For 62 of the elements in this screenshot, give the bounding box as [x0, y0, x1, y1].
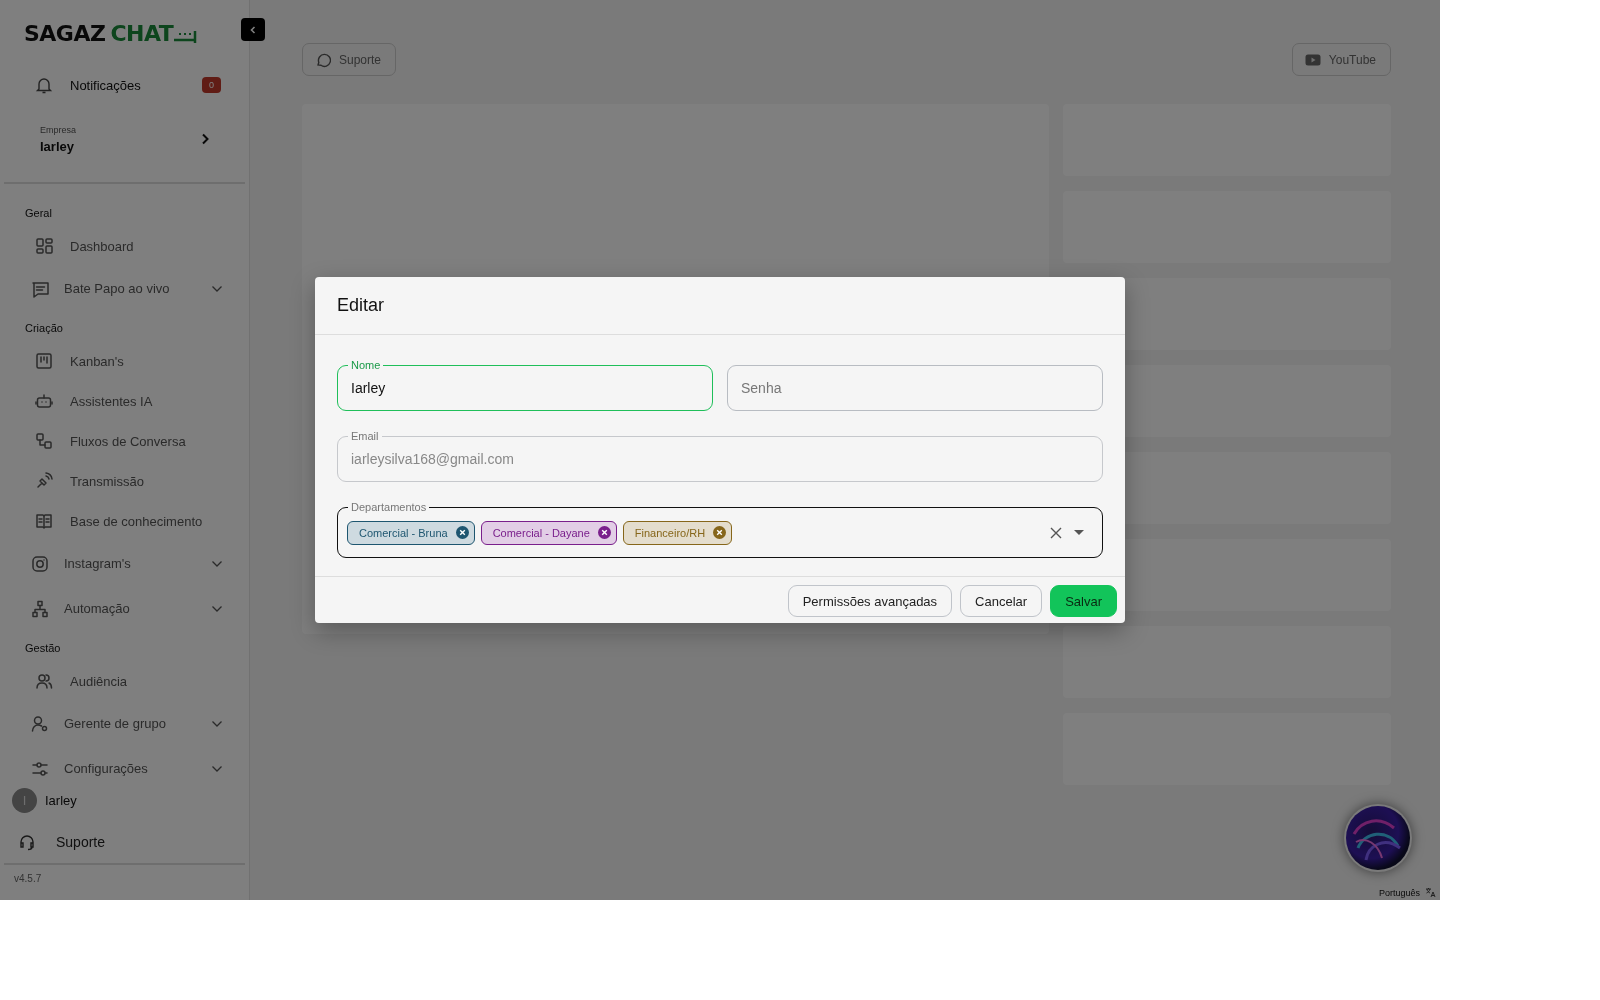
chevron-down-icon — [211, 719, 223, 728]
version-label: v4.5.7 — [4, 863, 245, 884]
logo-text: SAGAZ — [24, 21, 106, 46]
board-icon — [34, 351, 54, 371]
notification-count: 0 — [202, 77, 221, 93]
clear-icon[interactable] — [1050, 526, 1062, 539]
nav-section-label: Geral — [24, 206, 53, 221]
field-label: Email — [348, 429, 382, 443]
department-chip: Comercial - Dayane — [480, 520, 617, 545]
video-play-icon — [1304, 53, 1321, 66]
nav-section-label: Criação — [24, 321, 64, 336]
nav-item[interactable]: Fluxos de Conversa — [4, 421, 245, 461]
field-label: Nome — [348, 358, 384, 372]
nav-section-label: Gestão — [24, 641, 62, 656]
book-icon — [34, 511, 54, 531]
language-selector[interactable]: Português — [1378, 887, 1436, 898]
remove-chip-icon[interactable] — [455, 526, 469, 539]
nav-item[interactable]: Base de conhecimento — [4, 501, 245, 541]
chevron-left-icon — [248, 24, 258, 35]
satellite-icon — [34, 471, 54, 491]
notifications-item[interactable]: Notificações 0 — [34, 72, 221, 98]
password-field[interactable]: Senha — [728, 366, 1102, 410]
chevron-down-icon — [211, 764, 223, 773]
headset-icon — [18, 833, 36, 851]
nav-item[interactable]: Audiência — [4, 661, 245, 701]
nav-item[interactable]: Transmissão — [4, 461, 245, 501]
dropdown-caret-icon[interactable] — [1074, 529, 1084, 536]
nav-item[interactable]: Bate Papo ao vivo — [4, 266, 245, 311]
translate-icon — [1425, 887, 1436, 898]
dialog-button[interactable]: Cancelar — [960, 585, 1043, 617]
collapse-sidebar-button[interactable] — [241, 18, 265, 41]
bell-icon — [34, 75, 54, 95]
nav-item[interactable]: Instagram's — [4, 541, 245, 586]
sitemap-icon — [30, 598, 50, 619]
assistant-orb-icon[interactable] — [1344, 804, 1412, 872]
dialog-button[interactable]: Salvar — [1050, 585, 1117, 617]
nav-item[interactable]: Automação — [4, 586, 245, 631]
dialog-title: Editar — [337, 295, 385, 315]
remove-chip-icon[interactable] — [713, 526, 727, 539]
nodes-icon — [34, 431, 54, 451]
remove-chip-icon[interactable] — [597, 526, 611, 539]
camera-icon — [30, 553, 50, 574]
support-link[interactable]: Suporte — [0, 831, 249, 853]
company-selector[interactable]: Empresa Iarley — [40, 120, 211, 158]
nav-item[interactable]: Kanban's — [4, 341, 245, 381]
chevron-down-icon — [211, 559, 223, 568]
chevron-down-icon — [211, 284, 223, 293]
nav-item[interactable]: Gerente de grupo — [4, 701, 245, 746]
nav-item[interactable]: Dashboard — [4, 226, 245, 266]
nav-item[interactable]: Assistentes IA — [4, 381, 245, 421]
department-chip: Comercial - Bruna — [347, 520, 475, 545]
department-chip: Financeiro/RH — [622, 520, 733, 545]
grid-icon — [34, 236, 54, 256]
dialog-button[interactable]: Permissões avançadas — [787, 585, 953, 617]
top-link-button[interactable]: YouTube — [1291, 43, 1391, 76]
logo-text-accent: CHAT — [110, 21, 174, 46]
chevron-down-icon — [211, 604, 223, 613]
whatsapp-icon — [315, 51, 331, 68]
user-cog-icon — [30, 713, 50, 734]
robot-icon — [34, 391, 54, 411]
users-icon — [34, 671, 54, 691]
top-link-button[interactable]: Suporte — [302, 43, 397, 76]
